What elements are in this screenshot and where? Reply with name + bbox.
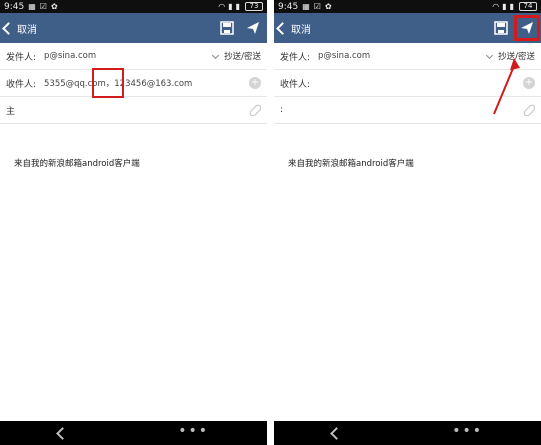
chevron-down-icon — [212, 51, 220, 59]
sender-row[interactable]: 发件人: p@sina.com 抄送/密送 — [274, 43, 541, 70]
app-bar: 取消 — [0, 13, 267, 43]
appbar-actions — [219, 13, 261, 43]
subject-row[interactable]: 主 — [0, 97, 267, 124]
cancel-label: 取消 — [17, 24, 37, 36]
status-time: 9:45 — [278, 1, 299, 12]
left-screen: 9:45 ▦ ☑ ✿ ◠ ▮ ▮ 73 取消 发件人: p@sina.com 抄… — [0, 0, 267, 445]
compose-form: 发件人: p@sina.com 抄送/密送 收件人: 5355@qq.com，1… — [0, 43, 267, 124]
back-chevron-icon[interactable] — [56, 426, 69, 440]
send-button[interactable] — [245, 20, 261, 36]
save-button[interactable] — [219, 20, 235, 36]
status-time: 9:45 — [4, 1, 25, 12]
attachment-button[interactable] — [523, 104, 536, 117]
status-bar: 9:45 ▦ ☑ ✿ ◠ ▮ ▮ 74 — [274, 0, 541, 13]
send-icon — [521, 22, 533, 34]
save-icon — [220, 21, 234, 35]
android-nav-bar: ••• — [274, 421, 541, 445]
recipient-row[interactable]: 收件人: 5355@qq.com，123456@163.com + — [0, 68, 267, 98]
status-left: 9:45 ▦ ☑ ✿ — [4, 2, 58, 12]
wifi-icon: ◠ — [218, 1, 226, 11]
recipient-separator-highlight — [92, 68, 124, 98]
add-recipient-button[interactable]: + — [523, 77, 535, 89]
signal-icon: ▮ — [228, 1, 233, 11]
battery-level: 74 — [523, 2, 533, 10]
back-chevron-icon — [276, 22, 289, 35]
status-bar: 9:45 ▦ ☑ ✿ ◠ ▮ ▮ 73 — [0, 0, 267, 13]
signal-icon: ▮ — [502, 1, 507, 11]
add-circle-icon: + — [524, 77, 534, 88]
check-icon: ☑ — [39, 1, 47, 11]
email-body[interactable]: 来自我的新浪邮箱android客户端 — [14, 157, 140, 169]
paw-icon: ✿ — [324, 1, 332, 11]
send-icon — [247, 22, 259, 34]
sender-label: 发件人: — [280, 52, 311, 63]
wifi-icon: ◠ — [492, 1, 500, 11]
sender-value: p@sina.com — [44, 51, 97, 61]
more-dots-icon[interactable]: ••• — [452, 424, 483, 438]
cancel-button[interactable]: 取消 — [2, 13, 37, 43]
subject-label: : — [280, 105, 284, 115]
recipient-label: 收件人: — [6, 79, 37, 90]
compose-form: 发件人: p@sina.com 抄送/密送 收件人: + : — [274, 43, 541, 124]
chevron-down-icon — [486, 51, 494, 59]
cancel-label: 取消 — [291, 24, 311, 36]
notification-icon: ▦ — [302, 1, 310, 11]
cc-bcc-button[interactable]: 抄送/密送 — [498, 50, 535, 62]
notification-icon: ▦ — [28, 1, 36, 11]
status-left: 9:45 ▦ ☑ ✿ — [278, 2, 332, 12]
recipient-label: 收件人: — [280, 79, 311, 90]
cc-bcc-button[interactable]: 抄送/密送 — [224, 50, 261, 62]
recipient-value[interactable]: 5355@qq.com，123456@163.com — [44, 77, 243, 89]
right-screen: 9:45 ▦ ☑ ✿ ◠ ▮ ▮ 74 取消 发件人: p@sina.com 抄… — [274, 0, 541, 445]
subject-row[interactable]: : — [274, 97, 541, 124]
back-chevron-icon — [2, 22, 15, 35]
signal-icon-2: ▮ — [235, 1, 240, 11]
app-bar: 取消 — [274, 13, 541, 43]
sender-value: p@sina.com — [318, 51, 371, 61]
recipient-row[interactable]: 收件人: + — [274, 70, 541, 97]
appbar-actions — [493, 13, 540, 43]
back-chevron-icon[interactable] — [330, 426, 343, 440]
signal-icon-2: ▮ — [509, 1, 514, 11]
sender-label: 发件人: — [6, 52, 37, 63]
more-dots-icon[interactable]: ••• — [178, 424, 209, 438]
save-icon — [494, 21, 508, 35]
status-right: ◠ ▮ ▮ 74 — [492, 2, 537, 11]
attachment-button[interactable] — [249, 104, 262, 117]
sender-row[interactable]: 发件人: p@sina.com 抄送/密送 — [0, 43, 267, 70]
battery-icon: 73 — [245, 2, 263, 11]
battery-icon: 74 — [519, 2, 537, 11]
check-icon: ☑ — [313, 1, 321, 11]
add-recipient-button[interactable]: + — [249, 77, 261, 89]
paw-icon: ✿ — [50, 1, 58, 11]
email-body[interactable]: 来自我的新浪邮箱android客户端 — [288, 157, 414, 169]
add-circle-icon: + — [250, 77, 260, 88]
battery-level: 73 — [249, 2, 259, 10]
save-button[interactable] — [493, 20, 509, 36]
paperclip-icon — [249, 104, 262, 117]
paperclip-icon — [523, 104, 536, 117]
cancel-button[interactable]: 取消 — [276, 13, 311, 43]
android-nav-bar: ••• — [0, 421, 267, 445]
send-button[interactable] — [514, 15, 540, 41]
status-right: ◠ ▮ ▮ 73 — [218, 2, 263, 11]
subject-label: 主 — [6, 106, 16, 117]
